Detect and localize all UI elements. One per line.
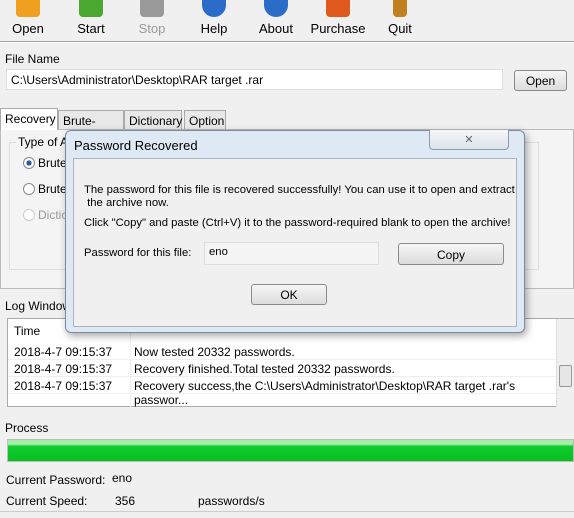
log-message: Recovery success,the C:\Users\Administra… [134, 379, 516, 407]
column-header-time[interactable]: Time [14, 324, 40, 338]
close-icon: ✕ [464, 134, 474, 146]
toolbar-about-button[interactable]: About [248, 0, 304, 36]
password-recovered-dialog: Password Recovered ✕ The password for th… [65, 130, 525, 333]
attack-radio-3[interactable] [23, 209, 35, 221]
current-speed-label: Current Speed: [6, 494, 88, 508]
progress-fill [8, 440, 573, 461]
log-window-label: Log Window [5, 299, 72, 313]
file-name-label: File Name [5, 52, 60, 66]
attack-option-label: Brute [38, 182, 67, 196]
attack-radio-1[interactable] [23, 157, 35, 169]
dialog-title: Password Recovered [74, 138, 198, 153]
copy-button[interactable]: Copy [398, 243, 504, 265]
table-row: 2018-4-7 09:15:37 Now tested 20332 passwo… [8, 343, 556, 360]
info-icon [264, 0, 288, 17]
current-speed-value: 356 [115, 494, 136, 508]
toolbar-help-button[interactable]: Help [186, 0, 242, 36]
password-field[interactable]: eno [204, 242, 379, 265]
cart-icon [326, 0, 350, 17]
dialog-message-line2: the archive now. [84, 197, 169, 209]
log-time: 2018-4-7 09:15:37 [14, 379, 113, 393]
process-label: Process [5, 421, 49, 435]
dialog-message-line1: The password for this file is recovered … [84, 184, 515, 196]
attack-option-label: Brute [38, 156, 67, 170]
toolbar-quit-button[interactable]: Quit [372, 0, 428, 36]
tab-recovery[interactable]: Recovery [0, 108, 58, 130]
dialog-close-button[interactable]: ✕ [429, 130, 509, 150]
current-password-value: eno [112, 471, 133, 485]
log-message: Now tested 20332 passwords. [134, 345, 295, 359]
tab-option[interactable]: Option [184, 110, 226, 129]
dialog-message-line3: Click "Copy" and paste (Ctrl+V) it to th… [84, 217, 511, 229]
toolbar-start-button[interactable]: Start [63, 0, 119, 36]
toolbar-divider [0, 41, 574, 43]
current-password-label: Current Password: [6, 473, 106, 487]
speed-unit: passwords/s [198, 494, 265, 508]
scrollbar-thumb[interactable] [559, 365, 572, 387]
attack-radio-2[interactable] [23, 183, 35, 195]
help-icon [202, 0, 226, 17]
ok-button[interactable]: OK [251, 284, 327, 305]
toolbar-purchase-button[interactable]: Purchase [306, 0, 370, 36]
toolbar-open-button[interactable]: Open [0, 0, 56, 36]
open-folder-icon [16, 0, 40, 17]
dialog-body: The password for this file is recovered … [73, 158, 517, 327]
password-label: Password for this file: [84, 247, 192, 259]
log-message: Recovery finished.Total tested 20332 pas… [134, 362, 395, 376]
status-divider [0, 511, 574, 512]
toolbar-stop-button[interactable]: Stop [124, 0, 180, 36]
log-scrollbar[interactable] [556, 319, 574, 407]
stop-icon [140, 0, 164, 17]
open-file-button[interactable]: Open [514, 70, 567, 91]
tab-brute-force[interactable]: Brute-force [58, 110, 124, 142]
table-row: 2018-4-7 09:15:37 Recovery finished.Total… [8, 360, 556, 377]
door-icon [393, 0, 407, 17]
log-time: 2018-4-7 09:15:37 [14, 362, 113, 376]
tab-dictionary[interactable]: Dictionary [124, 110, 182, 129]
table-row: 2018-4-7 09:15:37 Recovery success,the C:… [8, 377, 556, 407]
log-time: 2018-4-7 09:15:37 [14, 345, 113, 359]
file-path-input[interactable]: C:\Users\Administrator\Desktop\RAR targe… [6, 69, 503, 90]
progress-bar [7, 439, 574, 462]
play-icon [79, 0, 103, 17]
